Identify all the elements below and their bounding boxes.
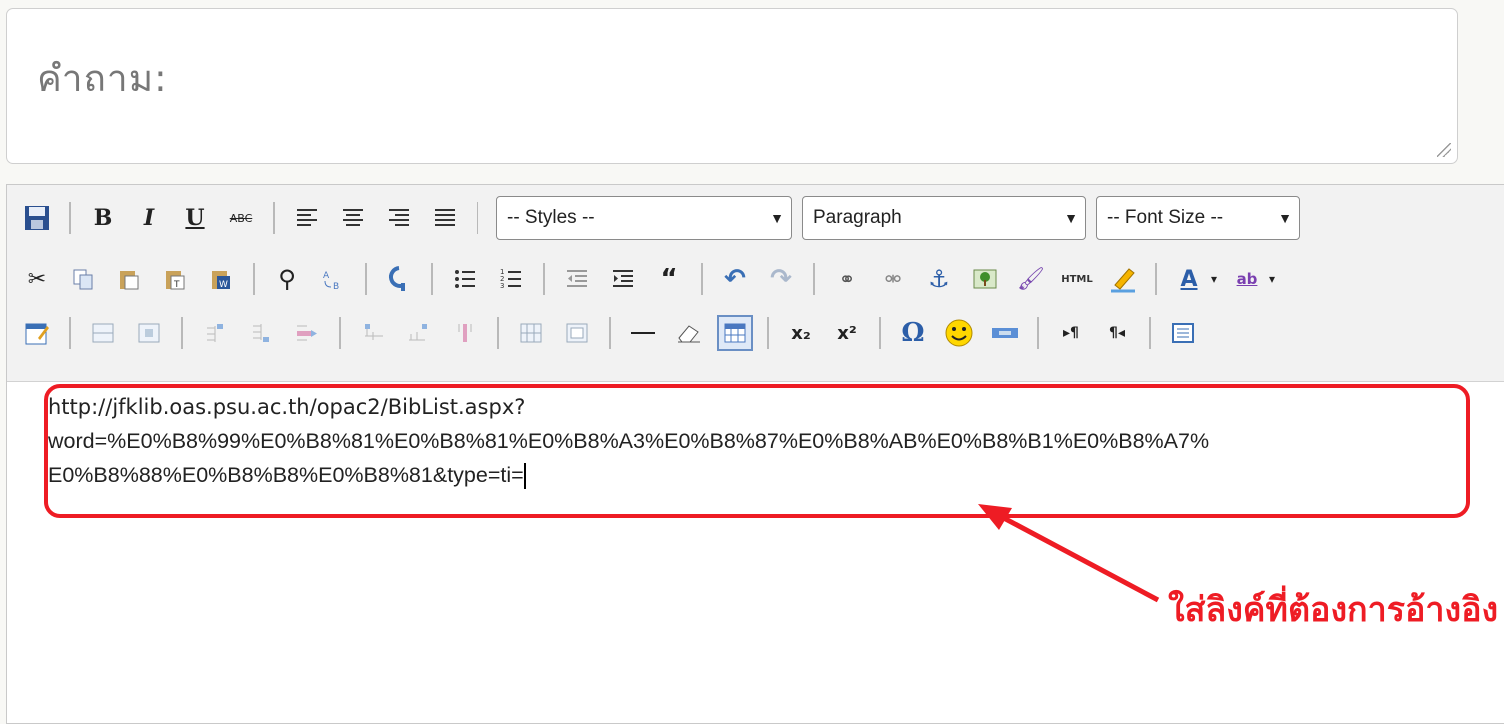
smiley-icon[interactable] <box>941 315 977 351</box>
cut-icon[interactable]: ✂ <box>19 261 55 297</box>
html-source-icon[interactable]: HTML <box>1059 261 1095 297</box>
toolbar-separator <box>1149 317 1151 349</box>
insert-col-after-icon[interactable] <box>401 315 437 351</box>
delete-col-icon[interactable] <box>447 315 483 351</box>
font-size-select[interactable]: -- Font Size -- ▼ <box>1096 196 1300 240</box>
toolbar-separator <box>69 317 71 349</box>
chevron-down-icon[interactable]: ▾ <box>1265 261 1279 297</box>
toolbar-separator <box>431 263 433 295</box>
redo-icon[interactable]: ↷ <box>763 261 799 297</box>
find-icon[interactable]: ⚲ <box>269 261 305 297</box>
eraser-icon[interactable] <box>671 315 707 351</box>
paste-text-icon[interactable]: T <box>157 261 193 297</box>
replace-icon[interactable]: AB <box>315 261 351 297</box>
styles-select[interactable]: -- Styles -- ▼ <box>496 196 792 240</box>
toolbar-row-2: ✂ T W ⚲ AB 1 2 3 “ ↶ ↷ ⚭ ⚮ ⚓ 🖌 HTML A ▾ … <box>19 255 1289 303</box>
toolbar-separator <box>879 317 881 349</box>
insert-row-before-icon[interactable] <box>197 315 233 351</box>
fullscreen-icon[interactable] <box>1165 315 1201 351</box>
strikethrough-button[interactable]: ABC <box>223 200 259 236</box>
format-select-value: Paragraph <box>813 207 902 228</box>
horizontal-rule-icon[interactable] <box>625 315 661 351</box>
toolbar-separator <box>365 263 367 295</box>
toolbar-separator <box>69 202 71 234</box>
merge-cells-icon[interactable] <box>559 315 595 351</box>
spellcheck-icon[interactable] <box>381 261 417 297</box>
background-color-button[interactable]: ab <box>1229 261 1265 297</box>
toolbar-separator <box>1155 263 1157 295</box>
toolbar-separator <box>543 263 545 295</box>
save-icon[interactable] <box>19 200 55 236</box>
link-icon[interactable]: ⚭ <box>829 261 865 297</box>
svg-text:W: W <box>219 280 228 290</box>
numbered-list-icon[interactable]: 123 <box>493 261 529 297</box>
toolbar-separator <box>273 202 275 234</box>
annotation-text: ใส่ลิงค์ที่ต้องการอ้างอิง <box>1168 590 1499 630</box>
format-select[interactable]: Paragraph ▼ <box>802 196 1086 240</box>
toolbar-separator <box>497 317 499 349</box>
styles-select-value: -- Styles -- <box>507 207 595 228</box>
unlink-icon[interactable]: ⚮ <box>875 261 911 297</box>
font-size-select-value: -- Font Size -- <box>1107 207 1224 228</box>
toolbar-separator <box>813 263 815 295</box>
toolbar-row-3: x₂ x² Ω ▸¶ ¶◂ <box>19 309 1211 357</box>
rtl-icon[interactable]: ¶◂ <box>1099 315 1135 351</box>
delete-row-icon[interactable] <box>289 315 325 351</box>
question-textarea[interactable]: คำถาม: <box>6 8 1458 164</box>
underline-button[interactable]: U <box>177 200 213 236</box>
question-placeholder: คำถาม: <box>37 57 168 100</box>
toolbar-separator <box>1037 317 1039 349</box>
split-cells-icon[interactable] <box>513 315 549 351</box>
italic-button[interactable]: I <box>131 200 167 236</box>
chevron-down-icon: ▼ <box>1278 210 1292 226</box>
bullet-list-icon[interactable] <box>447 261 483 297</box>
editor-toolbar: B I U ABC -- Styles -- ▼ Paragraph ▼ -- … <box>7 185 1504 382</box>
undo-icon[interactable]: ↶ <box>717 261 753 297</box>
toolbar-separator <box>181 317 183 349</box>
visual-aid-icon[interactable] <box>717 315 753 351</box>
media-icon[interactable] <box>987 315 1023 351</box>
cleanup-brush-icon[interactable]: 🖌 <box>1013 261 1049 297</box>
anchor-icon[interactable]: ⚓ <box>921 261 957 297</box>
paste-icon[interactable] <box>111 261 147 297</box>
indent-icon[interactable] <box>605 261 641 297</box>
svg-text:3: 3 <box>500 282 504 290</box>
table-cell-props-icon[interactable] <box>131 315 167 351</box>
insert-row-after-icon[interactable] <box>243 315 279 351</box>
align-center-icon[interactable] <box>335 200 371 236</box>
toolbar-separator <box>339 317 341 349</box>
svg-text:A: A <box>323 271 330 281</box>
highlighter-icon[interactable] <box>1105 261 1141 297</box>
toolbar-separator <box>477 202 478 234</box>
align-justify-icon[interactable] <box>427 200 463 236</box>
chevron-down-icon[interactable]: ▾ <box>1207 261 1221 297</box>
align-right-icon[interactable] <box>381 200 417 236</box>
copy-icon[interactable] <box>65 261 101 297</box>
chevron-down-icon: ▼ <box>1064 210 1078 226</box>
insert-col-before-icon[interactable] <box>355 315 391 351</box>
toolbar-separator <box>767 317 769 349</box>
image-icon[interactable] <box>967 261 1003 297</box>
outdent-icon[interactable] <box>559 261 595 297</box>
template-icon[interactable] <box>19 315 55 351</box>
align-left-icon[interactable] <box>289 200 325 236</box>
toolbar-separator <box>609 317 611 349</box>
toolbar-row-1: B I U ABC -- Styles -- ▼ Paragraph ▼ -- … <box>19 194 1306 242</box>
ltr-icon[interactable]: ▸¶ <box>1053 315 1089 351</box>
font-color-button[interactable]: A <box>1171 261 1207 297</box>
annotation-highlight-box <box>44 384 1470 518</box>
bold-button[interactable]: B <box>85 200 121 236</box>
paste-word-icon[interactable]: W <box>203 261 239 297</box>
chevron-down-icon: ▼ <box>770 210 784 226</box>
svg-text:B: B <box>333 282 339 291</box>
superscript-button[interactable]: x² <box>829 315 865 351</box>
toolbar-separator <box>253 263 255 295</box>
svg-text:T: T <box>173 280 180 290</box>
special-char-button[interactable]: Ω <box>895 315 931 351</box>
resize-grip-icon[interactable] <box>1437 143 1451 157</box>
toolbar-separator <box>701 263 703 295</box>
subscript-button[interactable]: x₂ <box>783 315 819 351</box>
table-row-props-icon[interactable] <box>85 315 121 351</box>
blockquote-icon[interactable]: “ <box>651 261 687 297</box>
